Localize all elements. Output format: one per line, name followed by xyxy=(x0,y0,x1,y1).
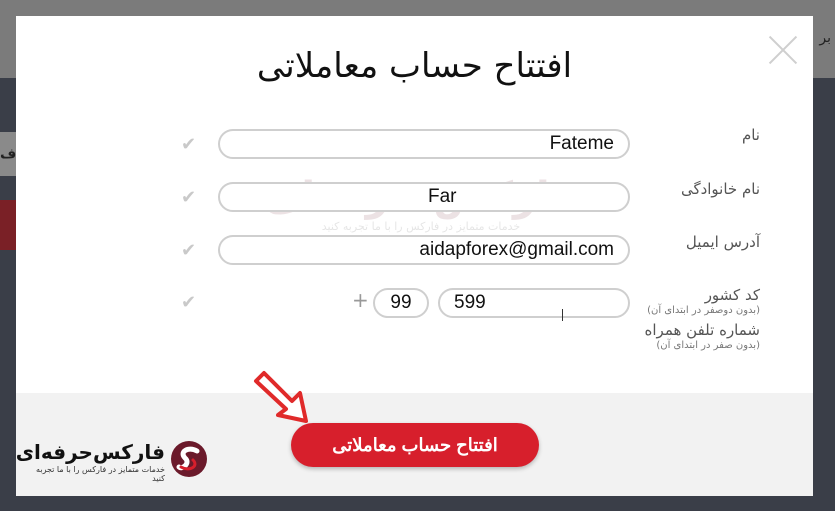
brand-text: فارکس‌حرفه‌ای خدمات متمایز در فارکس را ب… xyxy=(16,440,165,483)
first-name-value: Fateme xyxy=(549,133,614,154)
last-name-value: Far xyxy=(428,186,457,207)
check-icon: ✔ xyxy=(181,134,197,155)
account-modal: افتتاح حساب معاملاتی فارکس حرفه‌ای خدمات… xyxy=(16,16,813,496)
country-code-hint: (بدون دوصفر در ابتدای آن) xyxy=(647,305,760,316)
check-icon: ✔ xyxy=(181,240,197,261)
check-icon: ✔ xyxy=(181,292,197,313)
phone-label-text: شماره تلفن همراه xyxy=(644,321,760,339)
first-name-label: نام xyxy=(741,126,760,144)
email-input[interactable]: aidapforex@gmail.com xyxy=(218,235,630,265)
country-code-value: 99 xyxy=(390,292,412,313)
brand-name: فارکس‌حرفه‌ای xyxy=(16,440,165,464)
check-icon: ✔ xyxy=(181,187,197,208)
first-name-input[interactable]: Fateme xyxy=(218,129,630,159)
phone-input[interactable]: 599 xyxy=(438,288,630,318)
country-code-label: کد کشور (بدون دوصفر در ابتدای آن) xyxy=(647,286,760,316)
brand-logo: فارکس‌حرفه‌ای خدمات متمایز در فارکس را ب… xyxy=(16,437,210,483)
last-name-input[interactable]: Far xyxy=(218,182,630,212)
phone-hint: (بدون صفر در ابتدای آن) xyxy=(656,340,760,351)
country-code-input[interactable]: 99 xyxy=(373,288,429,318)
plus-sign: + xyxy=(352,288,369,312)
modal-title: افتتاح حساب معاملاتی xyxy=(256,46,573,86)
last-name-label: نام خانوادگی xyxy=(680,180,760,198)
email-value: aidapforex@gmail.com xyxy=(419,239,614,260)
country-code-label-text: کد کشور xyxy=(704,286,760,304)
watermark-tagline: خدمات متمایز در فارکس را با ما تجربه کنی… xyxy=(321,220,521,233)
text-caret xyxy=(562,309,563,321)
brand-mark-icon xyxy=(171,441,207,477)
email-label: آدرس ایمیل xyxy=(685,233,760,251)
background-edge-text: بر xyxy=(819,30,831,46)
brand-tagline: خدمات متمایز در فارکس را با ما تجربه کنی… xyxy=(36,465,165,483)
open-account-button[interactable]: افتتاح حساب معاملاتی xyxy=(291,423,539,467)
background-edge-text-left: ف xyxy=(0,146,17,162)
arrow-down-right-icon xyxy=(254,371,308,423)
phone-label: شماره تلفن همراه (بدون صفر در ابتدای آن) xyxy=(645,321,760,351)
phone-value: 599 xyxy=(454,292,486,313)
